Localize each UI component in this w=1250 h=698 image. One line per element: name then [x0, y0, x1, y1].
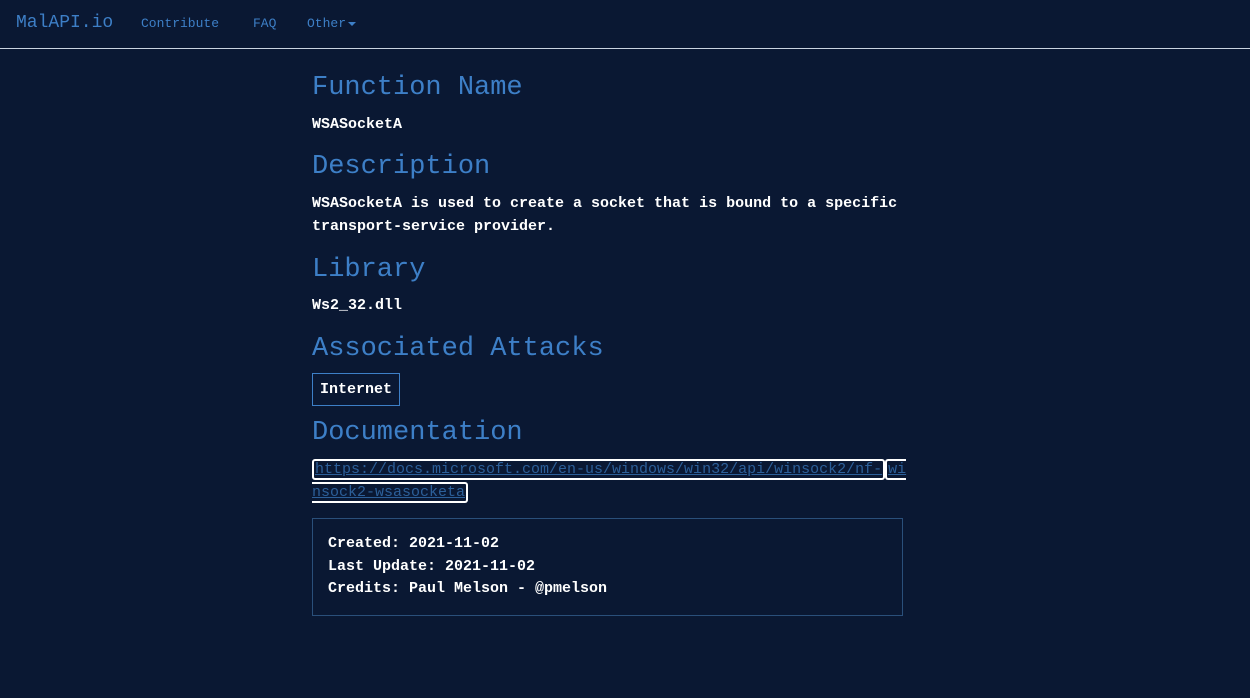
- library-heading: Library: [312, 255, 426, 285]
- documentation-link[interactable]: https://docs.microsoft.com/en-us/windows…: [312, 458, 908, 504]
- nav-other-dropdown[interactable]: Other: [307, 16, 357, 31]
- nav-contribute-link[interactable]: Contribute: [141, 16, 219, 31]
- documentation-link-part1[interactable]: https://docs.microsoft.com/en-us/windows…: [312, 459, 886, 480]
- documentation-heading: Documentation: [312, 418, 523, 448]
- top-navbar: MalAPI.io Contribute FAQ Other: [0, 0, 1250, 49]
- library-value: Ws2_32.dll: [312, 297, 403, 314]
- attack-tag-internet[interactable]: Internet: [312, 373, 401, 406]
- associated-attacks-heading: Associated Attacks: [312, 334, 604, 364]
- description-heading: Description: [312, 152, 491, 182]
- last-update-date: Last Update: 2021-11-02: [328, 557, 536, 575]
- metadata-box: Created: 2021-11-02 Last Update: 2021-11…: [312, 518, 903, 616]
- brand-link[interactable]: MalAPI.io: [16, 13, 113, 33]
- nav-faq-link[interactable]: FAQ: [253, 16, 276, 31]
- caret-down-icon: [348, 21, 357, 26]
- description-value: WSASocketA is used to create a socket th…: [312, 195, 898, 235]
- credits: Credits: Paul Melson - @pmelson: [328, 580, 608, 597]
- function-name-heading: Function Name: [312, 73, 523, 103]
- created-date: Created: 2021-11-02: [328, 535, 500, 552]
- nav-other-label: Other: [307, 16, 347, 31]
- function-name-value: WSASocketA: [312, 116, 403, 133]
